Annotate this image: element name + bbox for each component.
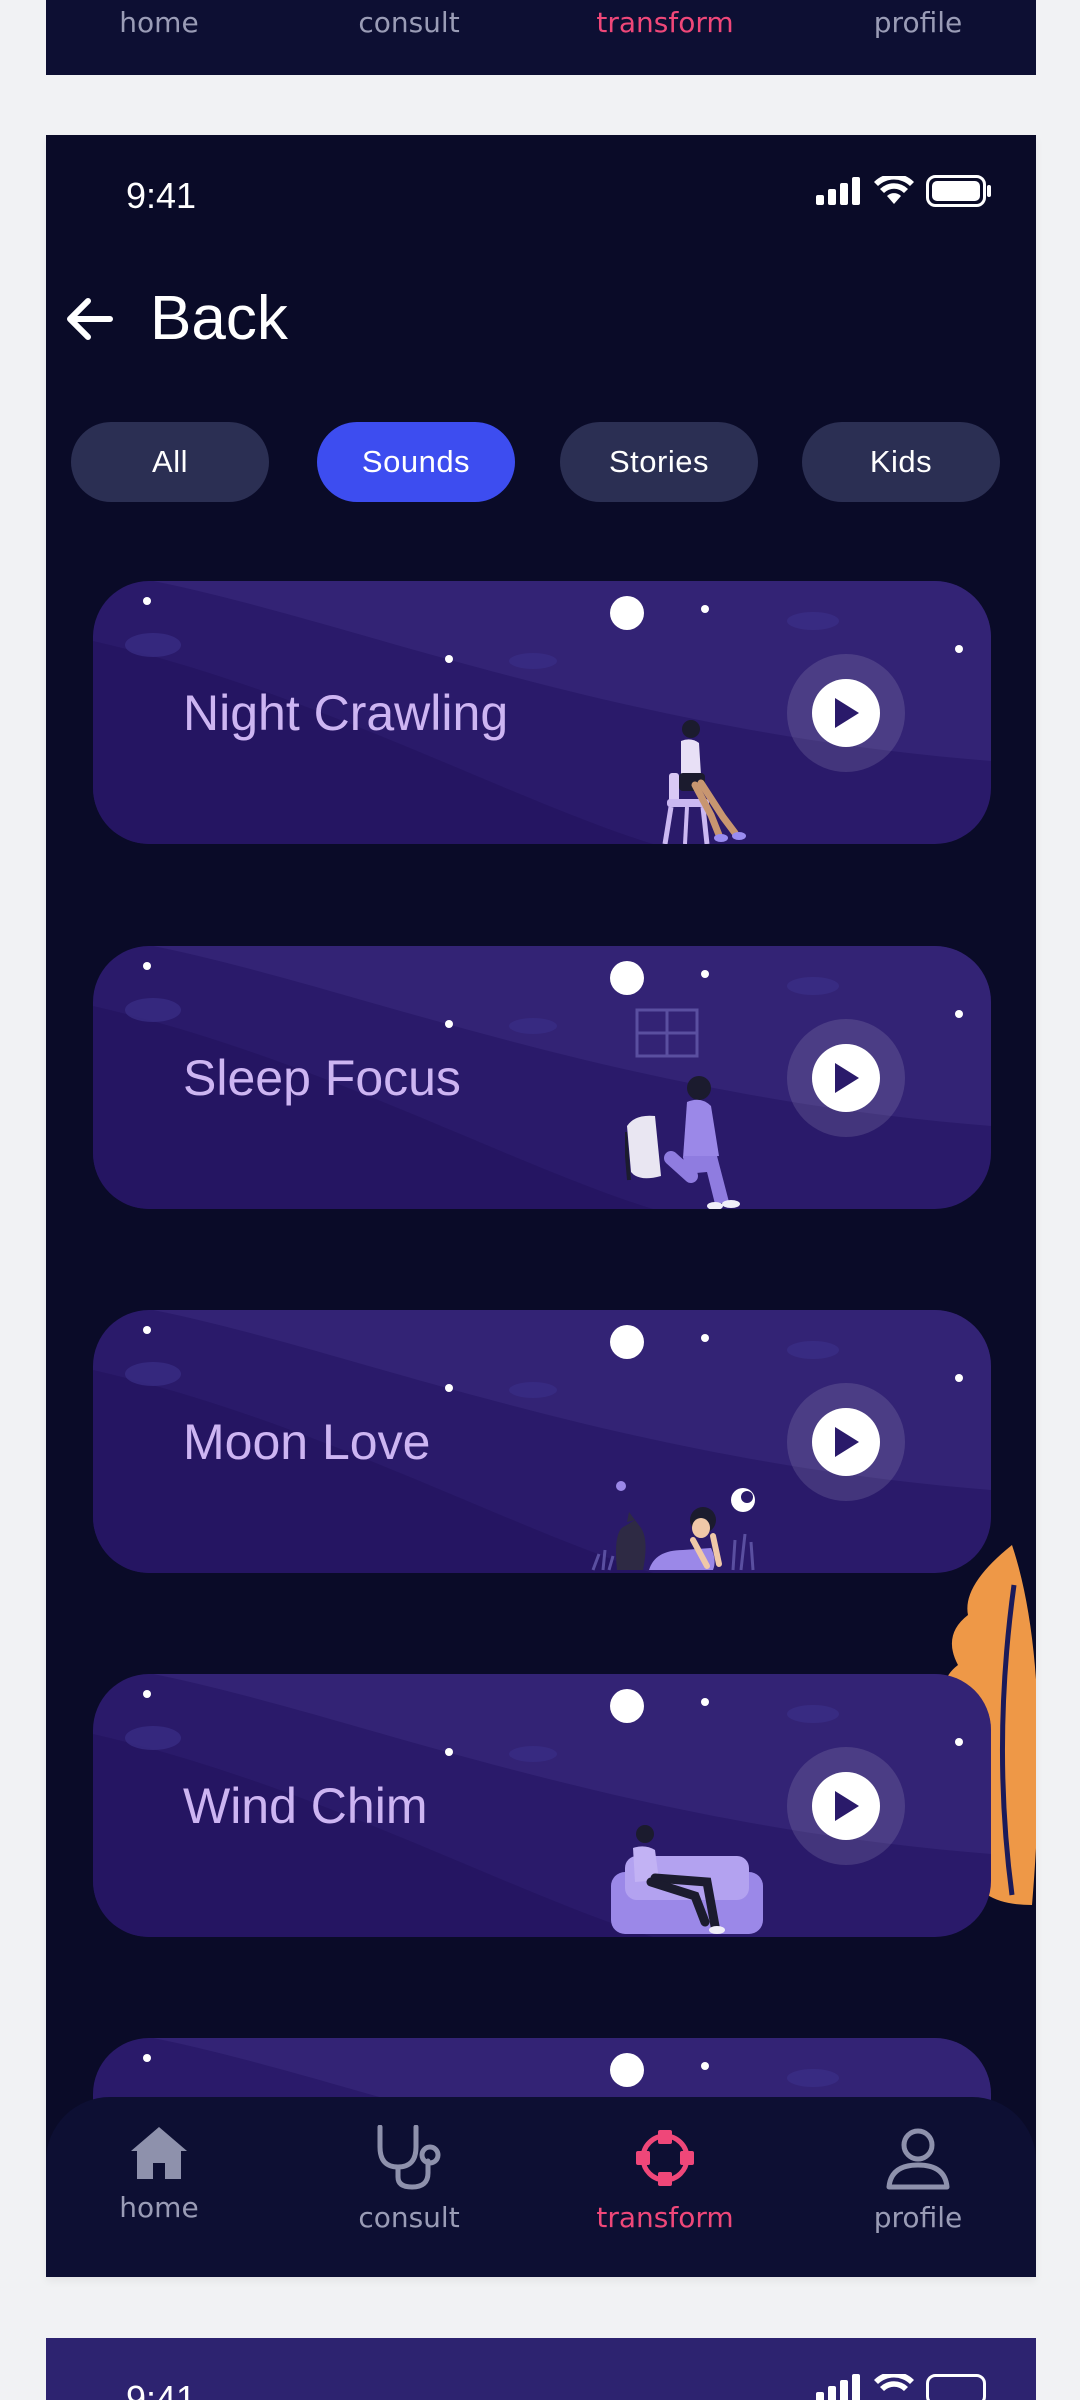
previous-screen-bottom-nav: home consult transform profile <box>46 0 1036 75</box>
back-button[interactable]: Back <box>66 283 288 354</box>
transform-icon <box>636 2130 694 2186</box>
play-icon <box>835 1427 859 1457</box>
nav-transform[interactable]: transform <box>565 2125 765 2234</box>
next-status-time: 9:41 <box>126 2378 197 2400</box>
battery-icon <box>926 2374 986 2400</box>
nav-profile-label: profile <box>873 2201 963 2234</box>
status-time: 9:41 <box>126 175 197 216</box>
filter-sounds[interactable]: Sounds <box>317 422 515 502</box>
sounds-screen: 9:41 Back All Sounds Stories Kids Night … <box>46 135 1036 2277</box>
battery-icon <box>926 175 991 207</box>
woman-lying-with-cat-illustration <box>591 1481 755 1571</box>
nav-consult[interactable]: consult <box>309 2125 509 2234</box>
nav-transform-label: transform <box>596 2201 734 2234</box>
signal-icon <box>816 177 860 205</box>
bottom-nav: home consult transform profile <box>46 2097 1036 2277</box>
play-button[interactable] <box>787 1747 905 1865</box>
wifi-icon <box>874 2374 914 2391</box>
play-button[interactable] <box>787 654 905 772</box>
track-title: Sleep Focus <box>183 1049 461 1106</box>
next-screen-top: 9:41 <box>46 2338 1036 2400</box>
filter-kids[interactable]: Kids <box>802 422 1000 502</box>
track-card[interactable]: Wind Chim <box>93 1674 991 1937</box>
play-button[interactable] <box>787 1383 905 1501</box>
signal-icon <box>816 2374 860 2400</box>
track-title: Moon Love <box>183 1413 431 1470</box>
next-status-icons <box>816 2374 992 2400</box>
track-card[interactable]: Sleep Focus <box>93 946 991 1209</box>
back-label: Back <box>150 284 288 353</box>
profile-icon <box>886 2128 950 2190</box>
wifi-icon <box>874 176 914 204</box>
filter-stories[interactable]: Stories <box>560 422 758 502</box>
play-icon <box>835 1063 859 1093</box>
track-card[interactable]: Moon Love <box>93 1310 991 1573</box>
woman-sitting-on-bed-illustration <box>625 1008 740 1209</box>
stethoscope-icon <box>377 2125 441 2190</box>
previous-nav-home-label: home <box>119 6 199 39</box>
play-icon <box>835 1791 859 1821</box>
filter-all[interactable]: All <box>71 422 269 502</box>
nav-profile[interactable]: profile <box>818 2125 1018 2234</box>
previous-nav-consult-label: consult <box>358 6 460 39</box>
nav-home-label: home <box>119 2191 199 2224</box>
track-card[interactable]: Night Crawling <box>93 581 991 844</box>
nav-home[interactable]: home <box>59 2125 259 2224</box>
previous-nav-transform-label: transform <box>596 6 734 39</box>
man-on-sofa-illustration <box>611 1825 763 1934</box>
previous-nav-profile-label: profile <box>873 6 963 39</box>
back-arrow-icon <box>67 297 113 340</box>
play-button[interactable] <box>787 1019 905 1137</box>
track-title: Wind Chim <box>183 1777 428 1834</box>
track-title: Night Crawling <box>183 684 509 741</box>
status-icons <box>816 175 992 207</box>
nav-consult-label: consult <box>358 2201 460 2234</box>
home-icon <box>131 2127 187 2179</box>
woman-on-chair-illustration <box>662 720 746 844</box>
play-icon <box>835 698 859 728</box>
